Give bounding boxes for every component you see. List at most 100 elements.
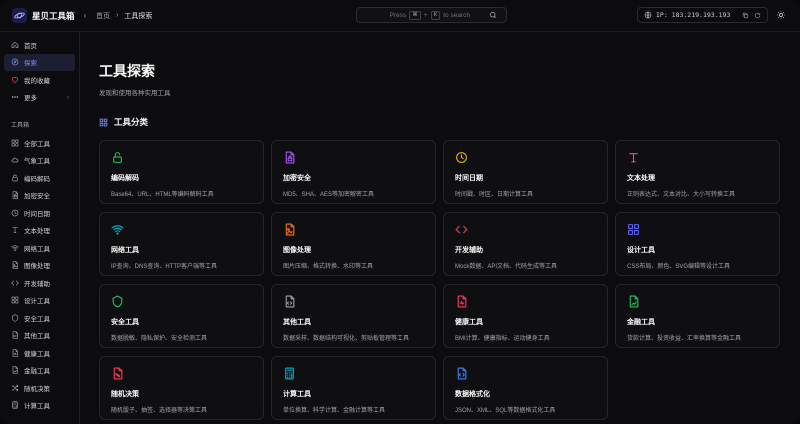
logo-icon — [12, 8, 27, 23]
category-card[interactable]: 加密安全 MD5、SHA、AES等加密解密工具 — [271, 140, 436, 204]
sidebar-tool-label: 健康工具 — [24, 350, 50, 358]
search-press-text: Press — [389, 11, 407, 19]
category-card[interactable]: 设计工具 CSS布局、颜色、SVG编辑等设计工具 — [615, 212, 780, 276]
calculator-icon — [12, 401, 18, 409]
category-description: 正则表达式、文本对比、大小写转换工具 — [627, 192, 736, 198]
category-card[interactable]: 金融工具 货款计算、投资收益、汇率换算等金融工具 — [615, 284, 780, 348]
category-icon-wrap — [283, 367, 424, 381]
category-description: JSON、XML、SQL等数据格式化工具 — [455, 408, 556, 414]
sidebar-tool-item[interactable]: 开发辅助 — [4, 274, 75, 292]
category-name: 其他工具 — [283, 319, 311, 326]
wifi-icon — [11, 245, 19, 251]
sidebar-tool-item[interactable]: 安全工具 — [4, 309, 75, 327]
theme-toggle-sun-icon[interactable] — [776, 10, 786, 20]
category-name: 随机决策 — [111, 391, 139, 398]
sidebar-tool-label: 气象工具 — [24, 158, 50, 166]
category-icon-wrap — [627, 223, 768, 237]
search-bar[interactable]: Press ⌘ + K to search — [356, 7, 507, 23]
shield-icon — [112, 295, 123, 308]
category-name: 开发辅助 — [455, 247, 483, 254]
image-icon — [285, 223, 295, 236]
category-description: Base64、URL、HTML等编码解码工具 — [111, 192, 214, 198]
dice-icon — [113, 367, 123, 380]
category-card[interactable]: 随机决策 随机骰子、抽签、选择器等决策工具 — [99, 356, 264, 420]
category-card[interactable]: 其他工具 数据采样、数据结构可视化、剪贴板管理等工具 — [271, 284, 436, 348]
globe-icon — [644, 11, 652, 19]
search-key-cmd: ⌘ — [409, 10, 421, 20]
text-icon — [629, 153, 638, 163]
logo[interactable]: 星贝工具箱 — [0, 8, 80, 23]
category-card[interactable]: 文本处理 正则表达式、文本对比、大小写转换工具 — [615, 140, 780, 204]
file-icon — [285, 295, 295, 308]
collapse-sidebar-icon[interactable]: ‹ — [80, 11, 90, 20]
sidebar-tool-label: 全部工具 — [24, 140, 50, 148]
category-icon-wrap — [455, 151, 596, 165]
sidebar-tool-label: 编码解码 — [24, 175, 50, 183]
category-card[interactable]: 数据格式化 JSON、XML、SQL等数据格式化工具 — [443, 356, 608, 420]
sidebar-nav-item[interactable]: 更多 › — [4, 89, 75, 107]
refresh-icon[interactable] — [754, 12, 761, 19]
sidebar-tool-label: 设计工具 — [24, 298, 50, 306]
more-icon — [11, 96, 19, 99]
health-icon — [12, 349, 18, 357]
category-name: 网络工具 — [111, 247, 139, 254]
breadcrumb-home[interactable]: 首页 — [96, 11, 110, 21]
copy-icon[interactable] — [742, 12, 749, 19]
file-lock-icon — [285, 151, 295, 164]
sidebar-tool-item[interactable]: 图像处理 — [4, 257, 75, 275]
sidebar-tool-label: 加密安全 — [24, 193, 50, 201]
category-grid: 编码解码 Base64、URL、HTML等编码解码工具 加密安全 MD5、SHA、AE… — [99, 140, 800, 420]
sidebar-nav-item[interactable]: 我的收藏 — [4, 71, 75, 89]
sidebar-tool-item[interactable]: 其他工具 — [4, 327, 75, 345]
page-subtitle: 发现和使用各种实用工具 — [99, 90, 171, 97]
category-icon-wrap — [627, 295, 768, 309]
sidebar-tool-item[interactable]: 气象工具 — [4, 152, 75, 170]
category-name: 计算工具 — [283, 391, 311, 398]
category-card[interactable]: 计算工具单位换算、科学计算、金融计算等工具 — [271, 356, 436, 420]
sidebar-tool-item[interactable]: 加密安全 — [4, 187, 75, 205]
sidebar-tool-label: 开发辅助 — [24, 280, 50, 288]
sidebar-nav-item[interactable]: 探索 — [4, 53, 75, 71]
category-description: 单位换算、科学计算、金融计算等工具 — [283, 408, 386, 414]
category-description: BMI计算、健康指标、运动健身工具 — [455, 336, 550, 342]
category-icon-wrap — [111, 295, 252, 309]
category-card[interactable]: 编码解码 Base64、URL、HTML等编码解码工具 — [99, 140, 264, 204]
category-icon-wrap — [283, 151, 424, 165]
category-name: 编码解码 — [111, 175, 139, 182]
category-name: 设计工具 — [627, 247, 655, 254]
app-name: 星贝工具箱 — [32, 10, 75, 21]
sidebar-tool-item[interactable]: 网络工具 — [4, 239, 75, 257]
sidebar-tool-label: 文本处理 — [24, 228, 50, 236]
home-icon — [11, 41, 19, 48]
chart-icon — [629, 295, 639, 308]
sidebar-tool-item[interactable]: 健康工具 — [4, 344, 75, 362]
category-name: 金融工具 — [627, 319, 655, 326]
file-lock-icon — [12, 191, 18, 199]
sidebar-tool-item[interactable]: 计算工具 — [4, 397, 75, 415]
category-name: 时间日期 — [455, 175, 483, 182]
code-icon — [11, 280, 19, 286]
sidebar-tool-item[interactable]: 设计工具 — [4, 292, 75, 310]
category-card[interactable]: 健康工具 BMI计算、健康指标、运动健身工具 — [443, 284, 608, 348]
chevron-right-icon: › — [66, 93, 69, 101]
category-description: 时间戳、时区、日期计算工具 — [455, 192, 534, 198]
category-card[interactable]: 网络工具 IP查询、DNS查询、HTTP客户端等工具 — [99, 212, 264, 276]
sidebar-tool-item[interactable]: 随机决策 — [4, 379, 75, 397]
category-grid-icon — [99, 118, 108, 126]
category-card[interactable]: 时间日期时间戳、时区、日期计算工具 — [443, 140, 608, 204]
sidebar-tool-item[interactable]: 全部工具 — [4, 134, 75, 152]
sidebar-nav-label: 更多 — [24, 95, 37, 103]
category-card[interactable]: 开发辅助 Mock数据、API文档、代码生成等工具 — [443, 212, 608, 276]
sidebar-tool-item[interactable]: 文本处理 — [4, 222, 75, 240]
sidebar-tool-item[interactable]: 时间日期 — [4, 204, 75, 222]
sidebar-tool-item[interactable]: 编码解码 — [4, 169, 75, 187]
category-icon-wrap — [111, 223, 252, 237]
category-card[interactable]: 图像处理 图片压缩、格式转换、水印等工具 — [271, 212, 436, 276]
sidebar-tool-label: 随机决策 — [24, 385, 50, 393]
category-name: 数据格式化 — [455, 391, 490, 398]
sidebar-tool-item[interactable]: 金融工具 — [4, 362, 75, 380]
category-icon-wrap — [455, 367, 596, 381]
sidebar-nav-item[interactable]: 首页 — [4, 36, 75, 54]
category-card[interactable]: 安全工具 数据脱敏、隐私保护、安全检测工具 — [99, 284, 264, 348]
category-description: MD5、SHA、AES等加密解密工具 — [283, 192, 375, 198]
